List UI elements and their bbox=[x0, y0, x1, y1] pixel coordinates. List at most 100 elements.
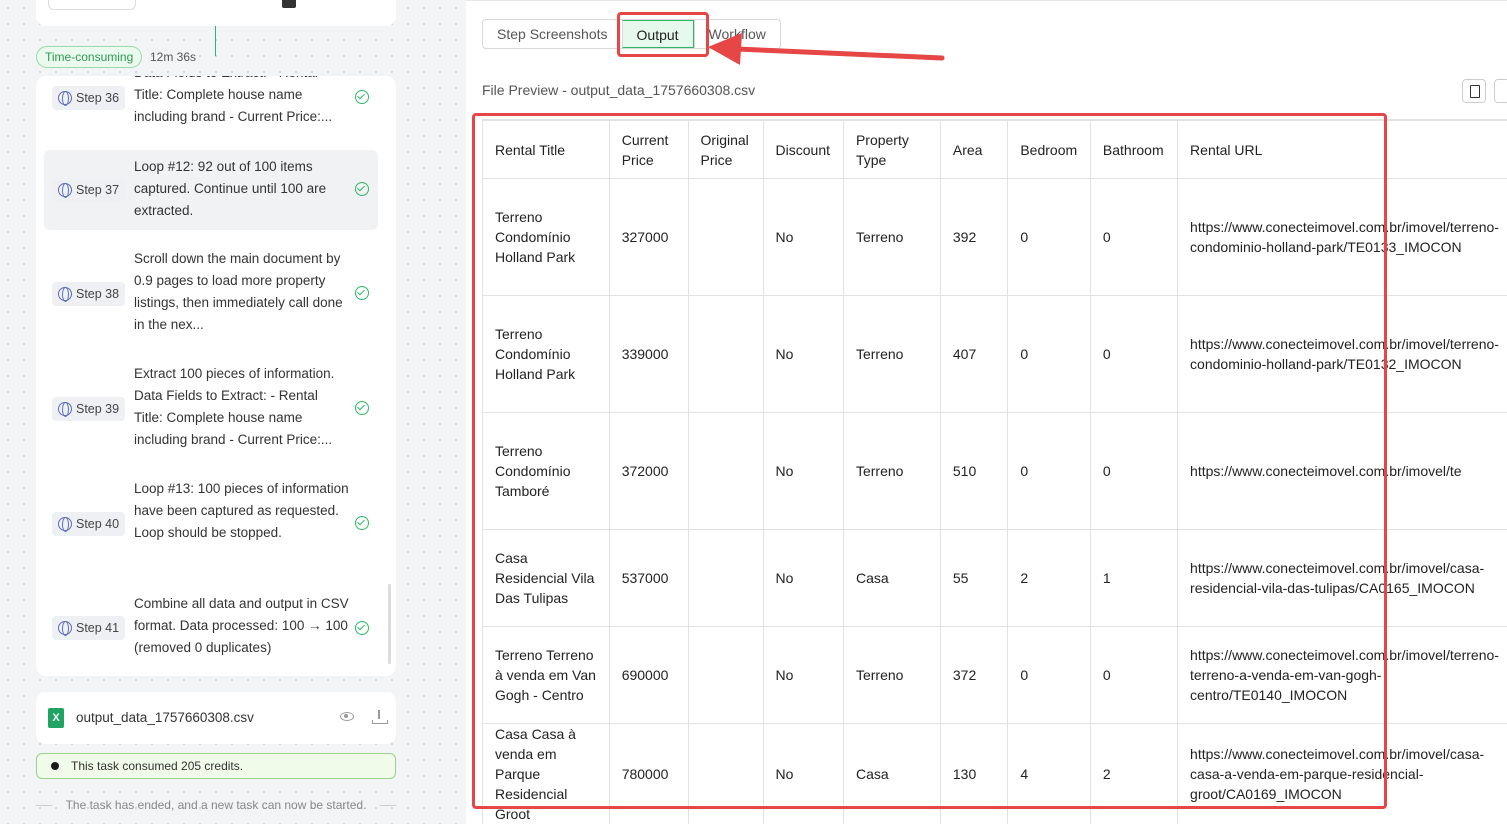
excel-file-icon: X bbox=[48, 708, 64, 728]
column-header[interactable]: Bedroom bbox=[1007, 120, 1091, 179]
csv-table-container[interactable]: Rental Title Current Price Original Pric… bbox=[482, 119, 1507, 824]
table-cell: 0 bbox=[1089, 178, 1179, 296]
globe-icon bbox=[58, 402, 72, 417]
table-cell: 55 bbox=[939, 529, 1009, 627]
table-cell-url[interactable]: https://www.conecteimovel.com.br/imovel/… bbox=[1177, 178, 1507, 296]
table-row: Terreno Condomínio Holland Park 339000 N… bbox=[482, 295, 1507, 413]
table-row: Terreno Terreno à venda em Van Gogh - Ce… bbox=[482, 626, 1507, 724]
table-cell: Terreno bbox=[842, 626, 941, 724]
step-text: Combine all data and output in CSV forma… bbox=[134, 596, 349, 655]
mode-card bbox=[36, 0, 396, 26]
output-file-card[interactable]: X output_data_1757660308.csv bbox=[36, 692, 396, 744]
table-cell-url[interactable]: https://www.conecteimovel.com.br/imovel/… bbox=[1177, 295, 1507, 413]
table-cell-url[interactable]: https://www.conecteimovel.com.br/imovel/… bbox=[1177, 723, 1507, 824]
step-label: Step 36 bbox=[52, 86, 126, 110]
highlight-box-tab bbox=[617, 12, 709, 57]
table-cell: Terreno Condomínio Holland Park bbox=[482, 295, 610, 413]
mode-pill[interactable] bbox=[48, 0, 136, 10]
column-header[interactable]: Rental URL bbox=[1177, 120, 1507, 179]
credits-banner: This task consumed 205 credits. bbox=[36, 753, 396, 779]
steps-list: Step 36 Data Fields to Extract: - Rental… bbox=[36, 76, 396, 676]
table-cell: 407 bbox=[939, 295, 1009, 413]
step-item[interactable]: Step 37 Loop #12: 92 out of 100 items ca… bbox=[44, 150, 378, 230]
table-cell: No bbox=[762, 295, 844, 413]
check-circle-icon bbox=[355, 516, 369, 530]
table-cell-url[interactable]: https://www.conecteimovel.com.br/imovel/… bbox=[1177, 529, 1507, 627]
preview-eye-icon[interactable] bbox=[340, 712, 354, 721]
column-header[interactable]: Rental Title bbox=[482, 120, 610, 179]
step-text: Loop #13: 100 pieces of information have… bbox=[134, 481, 349, 540]
table-cell bbox=[687, 723, 764, 824]
table-row: Casa Residencial Vila Das Tulipas 537000… bbox=[482, 529, 1507, 627]
table-row: Terreno Condomínio Holland Park 327000 N… bbox=[482, 178, 1507, 296]
globe-icon bbox=[58, 517, 72, 532]
time-consuming-badge: Time-consuming bbox=[36, 46, 143, 68]
globe-icon bbox=[58, 91, 72, 106]
step-text: Loop #12: 92 out of 100 items captured. … bbox=[134, 159, 327, 218]
steps-scrollbar[interactable] bbox=[388, 584, 391, 664]
table-cell bbox=[687, 295, 764, 413]
task-steps-panel: Time-consuming 12m 36s Step 36 Data Fiel… bbox=[0, 0, 466, 824]
table-cell: 0 bbox=[1089, 412, 1179, 530]
csv-table: Rental Title Current Price Original Pric… bbox=[482, 120, 1507, 824]
step-label: Step 38 bbox=[52, 282, 126, 306]
download-icon[interactable] bbox=[1494, 79, 1507, 103]
table-cell: 0 bbox=[1089, 295, 1179, 413]
table-cell: 2 bbox=[1007, 529, 1091, 627]
check-circle-icon bbox=[355, 621, 369, 635]
table-cell: Terreno Condomínio Holland Park bbox=[482, 178, 610, 296]
table-cell: Casa bbox=[842, 529, 941, 627]
table-cell: 392 bbox=[939, 178, 1009, 296]
column-header[interactable]: Current Price bbox=[608, 120, 689, 179]
task-ended-text: The task has ended, and a new task can n… bbox=[36, 798, 396, 812]
file-preview-title: File Preview - output_data_1757660308.cs… bbox=[482, 82, 756, 98]
table-cell: 2 bbox=[1089, 723, 1179, 824]
table-cell: Terreno bbox=[842, 412, 941, 530]
column-header[interactable]: Property Type bbox=[842, 120, 941, 179]
table-cell: 537000 bbox=[608, 529, 689, 627]
table-cell-url[interactable]: https://www.conecteimovel.com.br/imovel/… bbox=[1177, 412, 1507, 530]
credits-text: This task consumed 205 credits. bbox=[71, 759, 244, 773]
column-header[interactable]: Original Price bbox=[687, 120, 764, 179]
table-cell: No bbox=[762, 178, 844, 296]
step-label: Step 40 bbox=[52, 512, 126, 536]
output-panel: Step Screenshots Output Workflow File Pr… bbox=[466, 0, 1507, 824]
table-cell: 690000 bbox=[608, 626, 689, 724]
column-header[interactable]: Discount bbox=[762, 120, 844, 179]
step-item[interactable]: Step 38 Scroll down the main document by… bbox=[44, 248, 378, 340]
column-header[interactable]: Area bbox=[939, 120, 1009, 179]
table-cell bbox=[687, 529, 764, 627]
table-cell: 327000 bbox=[608, 178, 689, 296]
step-item[interactable]: Step 40 Loop #13: 100 pieces of informat… bbox=[44, 478, 378, 570]
tab-step-screenshots[interactable]: Step Screenshots bbox=[483, 20, 622, 48]
table-cell bbox=[687, 178, 764, 296]
table-cell: 0 bbox=[1089, 626, 1179, 724]
check-circle-icon bbox=[355, 182, 369, 196]
table-cell: Casa Casa à venda em Parque Residencial … bbox=[482, 723, 610, 824]
table-cell bbox=[687, 626, 764, 724]
table-cell-url[interactable]: https://www.conecteimovel.com.br/imovel/… bbox=[1177, 626, 1507, 724]
table-header-row: Rental Title Current Price Original Pric… bbox=[482, 120, 1507, 179]
table-cell: Casa Residencial Vila Das Tulipas bbox=[482, 529, 610, 627]
step-item[interactable]: Step 41 Combine all data and output in C… bbox=[44, 593, 378, 663]
step-item[interactable]: Step 39 Extract 100 pieces of informatio… bbox=[44, 363, 378, 455]
step-label: Step 39 bbox=[52, 397, 126, 421]
globe-icon bbox=[58, 287, 72, 302]
table-row: Casa Casa à venda em Parque Residencial … bbox=[482, 723, 1507, 824]
table-cell: Terreno Condomínio Tamboré bbox=[482, 412, 610, 530]
incognito-icon bbox=[282, 0, 296, 8]
download-icon[interactable] bbox=[372, 710, 388, 724]
check-circle-icon bbox=[355, 90, 369, 104]
step-item[interactable]: Step 36 Data Fields to Extract: - Rental… bbox=[44, 76, 378, 132]
step-label: Step 37 bbox=[52, 178, 126, 202]
table-cell: 0 bbox=[1007, 295, 1091, 413]
table-cell: Terreno bbox=[842, 178, 941, 296]
table-cell: 372 bbox=[939, 626, 1009, 724]
column-header[interactable]: Bathroom bbox=[1089, 120, 1179, 179]
table-row: Terreno Condomínio Tamboré 372000 No Ter… bbox=[482, 412, 1507, 530]
copy-icon[interactable] bbox=[1462, 79, 1486, 103]
step-text: Data Fields to Extract: - Rental Title: … bbox=[134, 76, 333, 124]
check-circle-icon bbox=[355, 401, 369, 415]
table-cell: 0 bbox=[1007, 626, 1091, 724]
step-label: Step 41 bbox=[52, 616, 126, 640]
